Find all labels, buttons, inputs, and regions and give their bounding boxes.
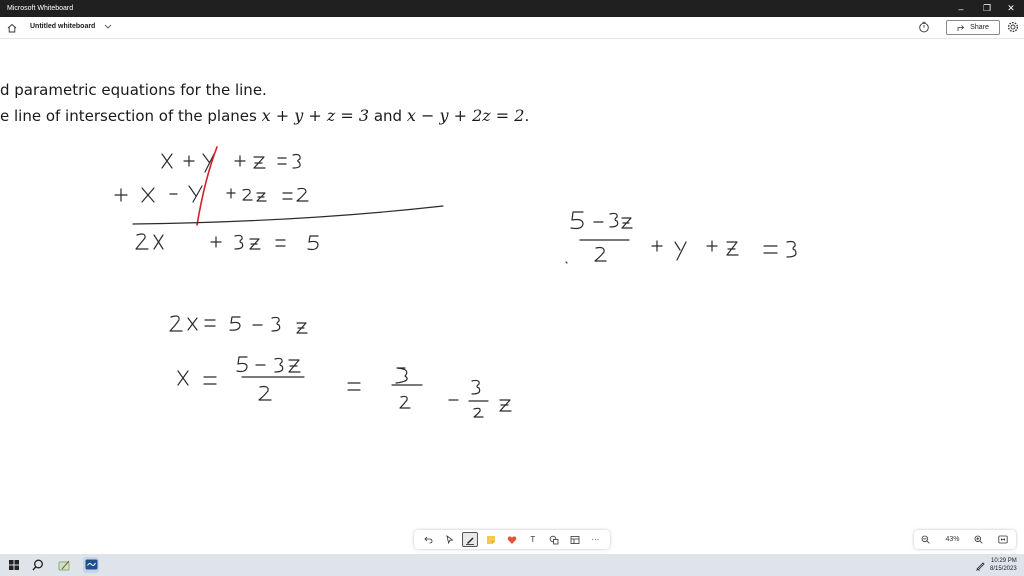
clock-time: 10:29 PM — [991, 558, 1017, 564]
drawing-toolbar: T ··· — [414, 530, 610, 549]
system-clock[interactable]: 10:29 PM 8/15/2023 — [990, 557, 1017, 573]
home-button[interactable] — [5, 21, 18, 34]
close-icon: ✕ — [1007, 3, 1015, 13]
taskbar-app-whiteboard[interactable] — [83, 557, 99, 573]
share-button[interactable]: Share — [946, 20, 1000, 35]
sticky-note-icon — [487, 535, 496, 544]
whiteboard-app-icon — [85, 559, 97, 570]
more-icon: ··· — [591, 535, 600, 544]
ink-equation-1 — [161, 153, 301, 173]
text-button[interactable]: T — [525, 532, 541, 547]
home-icon — [7, 23, 16, 32]
paint-brush-icon — [58, 560, 69, 570]
clock-date: 8/15/2023 — [990, 566, 1017, 572]
taskbar: 10:29 PM 8/15/2023 — [0, 554, 1024, 576]
zoom-in-icon[interactable] — [974, 535, 984, 544]
restore-button[interactable]: ❐ — [974, 0, 1000, 17]
select-icon — [446, 535, 454, 544]
ink-sum-result — [135, 233, 319, 251]
taskbar-search-button[interactable] — [30, 557, 46, 573]
timer-icon[interactable] — [918, 21, 930, 33]
reaction-icon — [507, 535, 517, 544]
pen-button[interactable] — [462, 532, 479, 547]
undo-icon — [424, 536, 433, 544]
window-title: Microsoft Whiteboard — [7, 5, 74, 12]
zoom-controls: 43% — [914, 530, 1016, 549]
undo-button[interactable] — [420, 532, 436, 547]
share-label: Share — [970, 24, 989, 31]
close-button[interactable]: ✕ — [998, 0, 1024, 17]
pen-menu-icon — [975, 561, 985, 571]
text-icon: T — [530, 535, 536, 544]
windows-logo-icon — [9, 560, 19, 570]
more-button[interactable]: ··· — [587, 532, 603, 547]
ink-equation-2 — [114, 185, 309, 203]
reaction-button[interactable] — [504, 532, 520, 547]
minimize-icon: – — [958, 3, 964, 14]
shapes-button[interactable] — [546, 532, 562, 547]
start-button[interactable] — [6, 557, 22, 573]
templates-icon — [570, 535, 579, 544]
select-button[interactable] — [441, 532, 457, 547]
taskbar-app-paint[interactable] — [56, 557, 72, 573]
templates-button[interactable] — [567, 532, 583, 547]
gear-icon[interactable] — [1007, 21, 1019, 33]
chevron-down-icon[interactable] — [104, 22, 112, 30]
sticky-note-button[interactable] — [483, 532, 499, 547]
zoom-out-icon[interactable] — [921, 535, 931, 544]
app-bar: Untitled whiteboard Share — [0, 17, 1024, 39]
ink-solve-step-1 — [169, 315, 308, 334]
restore-icon: ❐ — [982, 3, 992, 13]
title-bar: Microsoft Whiteboard – ❐ ✕ — [0, 0, 1024, 17]
tray-pen-button[interactable] — [972, 557, 988, 573]
pen-icon — [466, 537, 475, 545]
ink-solve-step-2 — [177, 356, 512, 418]
search-icon — [32, 559, 43, 571]
board-title[interactable]: Untitled whiteboard — [30, 23, 95, 30]
zoom-level[interactable]: 43% — [945, 536, 959, 543]
ink-sum-rule — [132, 205, 444, 225]
fit-to-screen-icon[interactable] — [998, 535, 1009, 544]
minimize-button[interactable]: – — [948, 0, 974, 17]
handwriting-layer[interactable] — [0, 40, 1024, 532]
shapes-icon — [549, 535, 559, 544]
ink-substitution — [565, 211, 797, 264]
share-icon — [957, 24, 965, 31]
